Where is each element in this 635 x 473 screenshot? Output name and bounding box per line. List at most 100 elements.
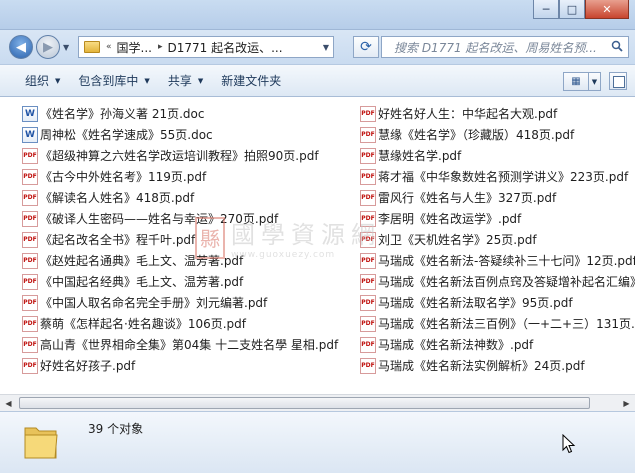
file-item[interactable]: PDF 马瑞成《姓名新法神数》.pdf [360,334,635,355]
file-item[interactable]: PDF 刘卫《天机姓名学》25页.pdf [360,229,635,250]
file-item[interactable]: W 《姓名学》孙海义著 21页.doc [22,103,338,124]
file-item[interactable]: PDF 慧缘姓名学.pdf [360,145,635,166]
view-list-icon: ▦ [571,76,581,87]
preview-pane-button[interactable] [609,72,627,90]
file-item[interactable]: PDF 《解读名人姓名》418页.pdf [22,187,338,208]
title-bar: ─ □ ✕ [0,0,635,30]
search-placeholder: 搜索 D1771 起名改运、周易姓名预... [394,40,597,55]
chevron-down-icon: ▼ [197,76,204,85]
scroll-right-icon[interactable]: ▶ [618,395,635,411]
file-item[interactable]: PDF 《古今中外姓名考》119页.pdf [22,166,338,187]
include-in-library-menu[interactable]: 包含到库中 ▼ [78,72,149,89]
item-count: 39 个对象 [88,422,144,436]
file-item[interactable]: PDF 好姓名好孩子.pdf [22,355,338,376]
pdf-file-icon: PDF [22,336,38,353]
watermark-url: www.guoxuezy.com [231,250,336,260]
command-bar: 组织 ▼ 包含到库中 ▼ 共享 ▼ 新建文件夹 ▦ ▼ [0,64,635,97]
file-item[interactable]: PDF 马瑞成《姓名新法实例解析》24页.pdf [360,355,635,376]
scroll-left-icon[interactable]: ◀ [0,395,17,411]
word-doc-icon: W [22,105,38,122]
pdf-file-icon: PDF [360,189,376,206]
search-input[interactable]: 搜索 D1771 起名改运、周易姓名预... [381,36,629,58]
file-item[interactable]: W 周神松《姓名学速成》55页.doc [22,124,338,145]
file-item[interactable]: PDF 《中国起名经典》毛上文、温芳著.pdf [22,271,338,292]
share-menu[interactable]: 共享 ▼ [168,72,203,89]
organize-label: 组织 [25,74,50,88]
close-button[interactable]: ✕ [585,0,629,19]
pdf-file-icon: PDF [360,357,376,374]
new-folder-button[interactable]: 新建文件夹 [221,72,281,89]
file-column-right: PDF 好姓名好人生：中华起名大观.pdf PDF 慧缘《姓名学》（珍藏版）418页.… [360,103,635,376]
file-name: 《古今中外姓名考》119页.pdf [40,170,207,184]
chevron-double-left-icon[interactable]: « [106,42,112,52]
details-pane: 39 个对象 [0,411,635,473]
chevron-down-icon[interactable]: ▼ [323,43,329,52]
pdf-file-icon: PDF [22,210,38,227]
window-controls: ─ □ ✕ [533,0,629,19]
file-item[interactable]: PDF 《超级神算之六姓名学改运培训教程》拍照90页.pdf [22,145,338,166]
file-name: 马瑞成《姓名新法百例点窍及答疑增补起名汇编》 [378,275,635,289]
file-item[interactable]: PDF 马瑞成《姓名新法-答疑续补三十七问》12页.pdf [360,250,635,271]
organize-menu[interactable]: 组织 ▼ [25,72,60,89]
maximize-button[interactable]: □ [559,0,585,19]
file-name: 好姓名好孩子.pdf [40,359,136,373]
file-name: 慧缘姓名学.pdf [378,149,462,163]
scrollbar-thumb[interactable] [19,397,590,409]
change-view-button[interactable]: ▦ [563,72,589,91]
refresh-icon: ⟳ [360,39,372,55]
view-controls: ▦ ▼ [563,72,601,91]
minimize-button[interactable]: ─ [533,0,559,19]
pdf-file-icon: PDF [22,231,38,248]
file-name: 《中国起名经典》毛上文、温芳著.pdf [40,275,244,289]
pdf-file-icon: PDF [22,147,38,164]
file-item[interactable]: PDF 马瑞成《姓名新法三百例》（一+二+三）131页.pdf [360,313,635,334]
refresh-button[interactable]: ⟳ [353,36,379,58]
file-name: 马瑞成《姓名新法取名学》95页.pdf [378,296,573,310]
file-item[interactable]: PDF 马瑞成《姓名新法百例点窍及答疑增补起名汇编》 [360,271,635,292]
view-options-dropdown[interactable]: ▼ [589,72,601,91]
pdf-file-icon: PDF [22,252,38,269]
file-item[interactable]: PDF 马瑞成《姓名新法取名学》95页.pdf [360,292,635,313]
file-name: 好姓名好人生：中华起名大观.pdf [378,107,558,121]
recent-pages-dropdown[interactable]: ▼ [63,43,69,52]
file-name: 《解读名人姓名》418页.pdf [40,191,195,205]
chevron-down-icon: ▼ [55,76,61,85]
share-label: 共享 [167,74,192,88]
file-name: 李居明《姓名改运学》.pdf [378,212,522,226]
watermark: 縣 國學資源網 www.guoxuezy.com [195,215,381,260]
file-name: 《中国人取名命名完全手册》刘元编著.pdf [40,296,268,310]
pdf-file-icon: PDF [360,273,376,290]
address-bar[interactable]: « 国学... ▸ D1771 起名改运、... ▼ [78,36,334,58]
chevron-right-icon[interactable]: ▸ [158,42,163,52]
search-icon[interactable] [611,40,623,52]
pdf-file-icon: PDF [22,189,38,206]
pdf-file-icon: PDF [360,315,376,332]
file-list-pane[interactable]: W 《姓名学》孙海义著 21页.doc W 周神松《姓名学速成》55页.doc PDF 《… [0,98,635,394]
breadcrumb-item[interactable]: 国学... [117,39,152,56]
file-name: 周神松《姓名学速成》55页.doc [40,128,213,142]
horizontal-scrollbar[interactable]: ◀ ▶ [0,394,635,411]
file-name: 蒋才福《中华象数姓名预测学讲义》223页.pdf [378,170,629,184]
file-item[interactable]: PDF 慧缘《姓名学》（珍藏版）418页.pdf [360,124,635,145]
file-name: 蔡萌《怎样起名·姓名趣谈》106页.pdf [40,317,246,331]
file-name: 马瑞成《姓名新法三百例》（一+二+三）131页.pdf [378,317,635,331]
word-doc-icon: W [22,126,38,143]
address-row: ◀ ▶ ▼ « 国学... ▸ D1771 起名改运、... ▼ ⟳ 搜索 D1… [0,30,635,64]
file-name: 高山青《世界相命全集》第04集 十二支姓名學 星相.pdf [40,338,339,352]
breadcrumb-item[interactable]: D1771 起名改运、... [168,39,283,56]
back-button[interactable]: ◀ [9,35,33,59]
file-item[interactable]: PDF 蔡萌《怎样起名·姓名趣谈》106页.pdf [22,313,338,334]
file-item[interactable]: PDF 蒋才福《中华象数姓名预测学讲义》223页.pdf [360,166,635,187]
file-item[interactable]: PDF 好姓名好人生：中华起名大观.pdf [360,103,635,124]
watermark-seal: 縣 [195,216,225,259]
file-item[interactable]: PDF 雷风行《姓名与人生》327页.pdf [360,187,635,208]
file-item[interactable]: PDF 李居明《姓名改运学》.pdf [360,208,635,229]
watermark-title: 國學資源網 [231,221,381,249]
file-name: 马瑞成《姓名新法神数》.pdf [378,338,534,352]
forward-button[interactable]: ▶ [36,35,60,59]
file-item[interactable]: PDF 高山青《世界相命全集》第04集 十二支姓名學 星相.pdf [22,334,338,355]
file-name: 《超级神算之六姓名学改运培训教程》拍照90页.pdf [40,149,319,163]
file-name: 《起名改名全书》程千叶.pdf [40,233,196,247]
file-name: 《姓名学》孙海义著 21页.doc [40,107,205,121]
file-item[interactable]: PDF 《中国人取名命名完全手册》刘元编著.pdf [22,292,338,313]
